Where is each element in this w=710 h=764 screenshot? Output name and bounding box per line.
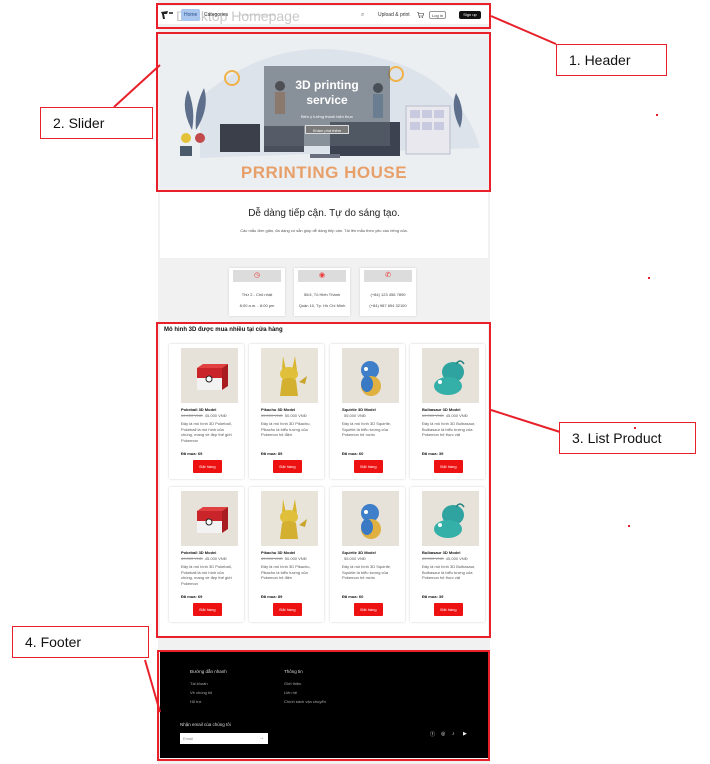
- stray-dot: [634, 427, 636, 429]
- list-product-annotation-label: 3. List Product: [559, 422, 696, 454]
- slider-annotation-label: 2. Slider: [40, 107, 153, 139]
- header-annotation-label: 1. Header: [556, 44, 667, 76]
- screenshot-canvas: Desktop Homepage Home Categories Search …: [0, 0, 710, 764]
- stray-dot: [656, 114, 658, 116]
- footer-annotation-label: 4. Footer: [12, 626, 149, 658]
- stray-dot: [628, 525, 630, 527]
- stray-dot: [648, 277, 650, 279]
